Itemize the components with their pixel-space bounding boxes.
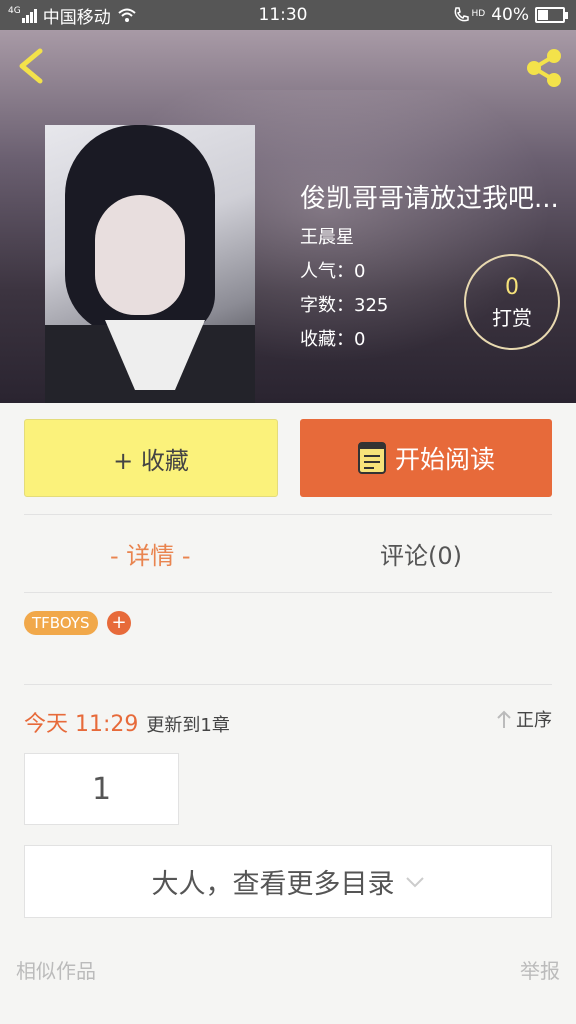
sort-order-label: 正序 [516,710,552,731]
book-popularity: 人气：0 [300,261,366,282]
divider [24,684,552,685]
book-header: 俊凯哥哥请放过我吧... 王晨星 人气：0 字数：325 收藏：0 0 打赏 [0,30,576,403]
sort-order-button[interactable]: 正序 [496,706,552,732]
book-icon [357,442,386,474]
arrow-up-icon [497,710,511,728]
book-author[interactable]: 王晨星 [300,223,354,249]
status-time: 11:30 [258,5,308,25]
book-word-count: 字数：325 [300,295,389,316]
update-info: 今天 11:29 更新到1章 [24,706,230,738]
chapter-item[interactable]: 1 [24,753,179,825]
carrier-name: 中国移动 [42,7,111,28]
back-arrow-icon[interactable] [14,46,50,86]
tab-comments[interactable]: 评论(0) [380,536,462,571]
tag-tfboys[interactable]: TFBOYS [24,611,98,635]
chevron-down-icon [405,876,424,887]
status-right: HD 40% [368,5,568,25]
more-chapters-label: 大人，查看更多目录 [151,869,395,900]
collect-button[interactable]: + 收藏 [24,419,278,497]
phone-icon [454,7,469,22]
tip-label: 打赏 [492,305,532,330]
signal-icon: 4G [8,7,37,23]
share-icon[interactable] [522,46,566,90]
book-title: 俊凯哥哥请放过我吧... [300,184,559,214]
start-reading-button[interactable]: 开始阅读 [300,419,552,497]
book-favorites: 收藏：0 [300,329,366,350]
update-text: 更新到1章 [146,715,230,736]
add-tag-button[interactable]: + [107,611,131,635]
report-button[interactable]: 举报 [520,955,560,984]
wifi-icon [118,8,136,22]
tab-detail[interactable]: - 详情 - [110,536,191,571]
battery-icon [535,7,568,23]
similar-works-label: 相似作品 [16,959,96,983]
update-date: 今天 11:29 [24,712,139,737]
divider [24,592,552,593]
status-left: 4G 中国移动 [8,3,208,28]
signal-label: 4G [8,6,21,16]
divider [24,514,552,515]
hd-label: HD [471,9,486,19]
battery-percent: 40% [491,5,529,25]
start-reading-label: 开始阅读 [394,445,495,474]
tip-button[interactable]: 0 打赏 [464,254,560,350]
more-chapters-button[interactable]: 大人，查看更多目录 [24,845,552,918]
book-cover-image [45,125,255,403]
tip-count: 0 [505,274,519,300]
status-bar: 4G 中国移动 11:30 HD 40% [0,0,576,30]
